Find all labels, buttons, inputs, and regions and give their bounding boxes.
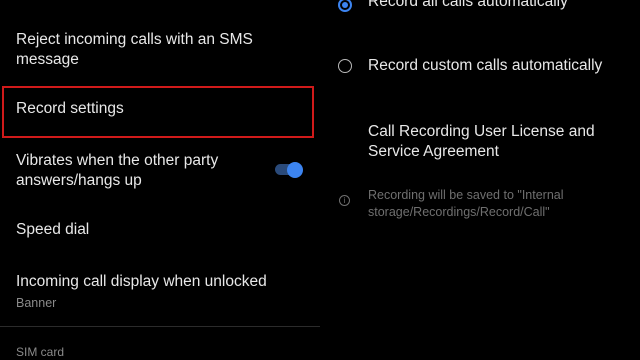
sim-card-section-label: SIM card	[16, 345, 65, 359]
record-custom-label: Record custom calls automatically	[368, 57, 603, 74]
vibrate-on-answer-item[interactable]: Vibrates when the other party answers/ha…	[16, 151, 260, 191]
info-circle-icon: i	[339, 195, 350, 206]
toggle-knob	[287, 162, 303, 178]
call-settings-panel: Reject incoming calls with an SMS messag…	[0, 0, 320, 360]
incoming-call-display-item[interactable]: Incoming call display when unlocked Bann…	[16, 272, 304, 311]
radio-unselected-icon[interactable]	[338, 59, 352, 73]
radio-selected-icon[interactable]	[338, 0, 352, 12]
vibrate-toggle-switch[interactable]	[275, 162, 303, 178]
record-settings-highlight	[2, 86, 314, 138]
vibrate-on-answer-label: Vibrates when the other party answers/ha…	[16, 152, 219, 189]
reject-with-sms-label: Reject incoming calls with an SMS messag…	[16, 31, 253, 68]
record-settings-panel: Record all calls automatically Record cu…	[322, 0, 640, 360]
license-agreement-link[interactable]: Call Recording User License and Service …	[368, 122, 628, 162]
record-all-label: Record all calls automatically	[368, 0, 568, 10]
record-all-option[interactable]: Record all calls automatically	[338, 0, 630, 16]
incoming-call-display-label: Incoming call display when unlocked	[16, 273, 267, 290]
incoming-call-display-value: Banner	[16, 296, 57, 310]
speed-dial-label: Speed dial	[16, 221, 90, 238]
recording-location-note: Recording will be saved to "Internal sto…	[368, 188, 564, 219]
speed-dial-item[interactable]: Speed dial	[16, 220, 304, 240]
record-custom-option[interactable]: Record custom calls automatically	[338, 56, 630, 76]
reject-with-sms-item[interactable]: Reject incoming calls with an SMS messag…	[16, 30, 304, 70]
section-divider	[0, 326, 320, 327]
